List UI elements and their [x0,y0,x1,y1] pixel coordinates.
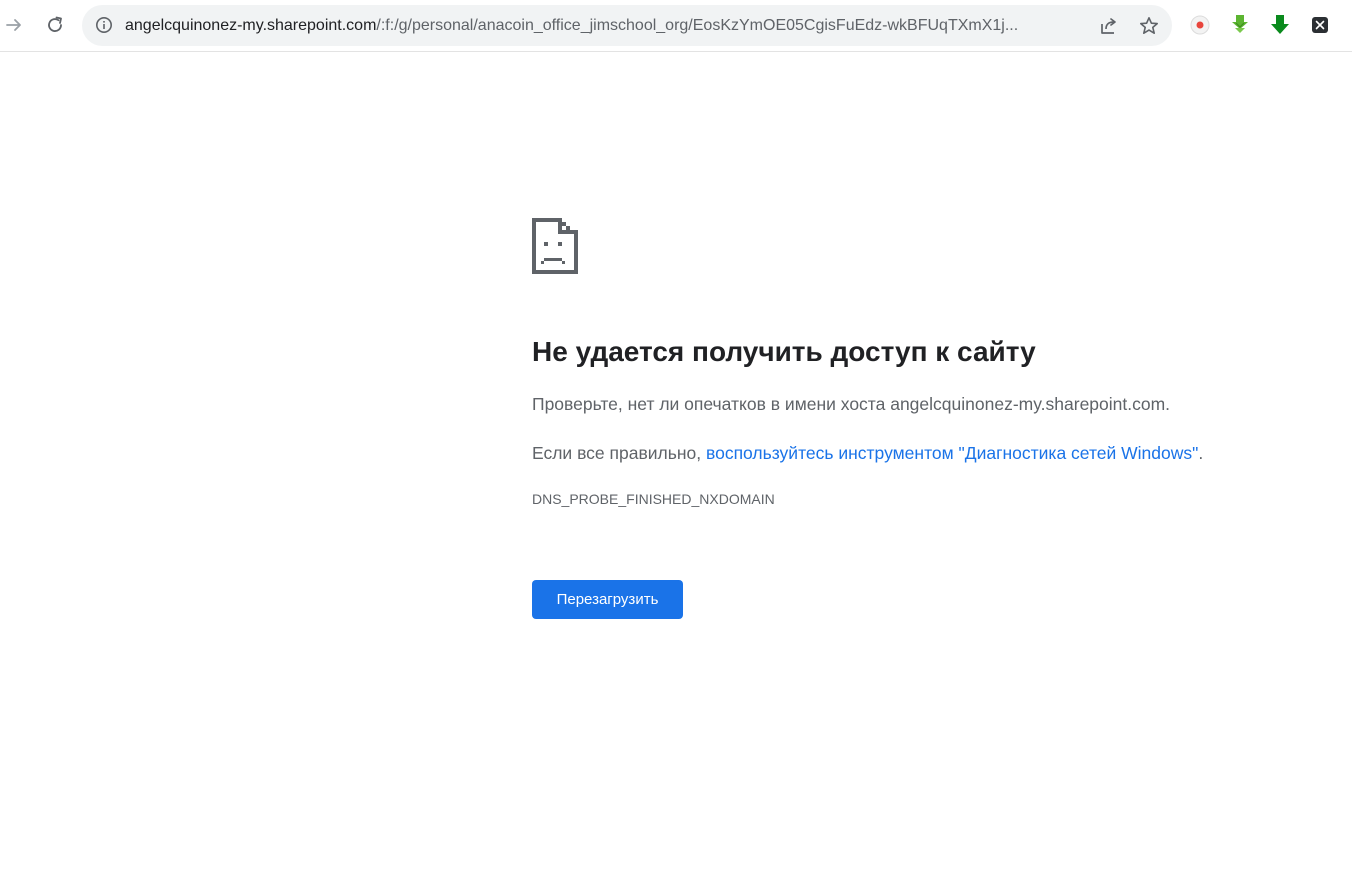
green-arrow-extension-button[interactable] [1268,13,1292,37]
red-dot-extension-button[interactable] [1188,13,1212,37]
star-icon [1140,17,1158,34]
diagnostics-prefix: Если все правильно, [532,443,706,463]
sad-document-icon [532,218,578,274]
url-host: angelcquinonez-my.sharepoint.com [125,17,377,34]
diagnostics-suffix: . [1198,443,1204,463]
share-button[interactable] [1098,15,1120,37]
reload-page-button[interactable] [37,7,73,43]
green-arrow-extension-icon [1271,15,1289,34]
x-extension-icon [1312,17,1328,33]
error-code: DNS_PROBE_FINISHED_NXDOMAIN [532,491,775,507]
error-hint-diagnostics: Если все правильно, воспользуйтесь инстр… [532,441,1312,465]
windows-network-diagnostics-link[interactable]: воспользуйтесь инструментом "Диагностика… [706,443,1198,463]
share-icon [1101,18,1116,34]
forward-button[interactable] [0,7,32,43]
x-extension-button[interactable] [1308,13,1332,37]
site-info-button[interactable] [94,15,114,35]
red-dot-extension-icon [1190,15,1210,35]
browser-toolbar: angelcquinonez-my.sharepoint.com/:f:/g/p… [0,0,1352,52]
green-download-extension-button[interactable] [1228,13,1252,37]
bookmark-button[interactable] [1138,15,1160,37]
arrow-right-icon [6,19,21,31]
info-icon [96,17,112,33]
green-download-extension-icon [1232,15,1248,33]
error-hint-hostname: Проверьте, нет ли опечатков в имени хост… [532,394,1171,414]
error-title: Не удается получить доступ к сайту [532,336,1036,367]
url-path: /:f:/g/personal/anacoin_office_jimschool… [376,17,1019,34]
reload-button[interactable]: Перезагрузить [532,580,683,619]
address-bar[interactable]: angelcquinonez-my.sharepoint.com/:f:/g/p… [82,5,1172,46]
url-text[interactable]: angelcquinonez-my.sharepoint.com/:f:/g/p… [125,5,1085,46]
error-content: Не удается получить доступ к сайту Прове… [532,218,1312,619]
reload-icon [48,16,62,32]
